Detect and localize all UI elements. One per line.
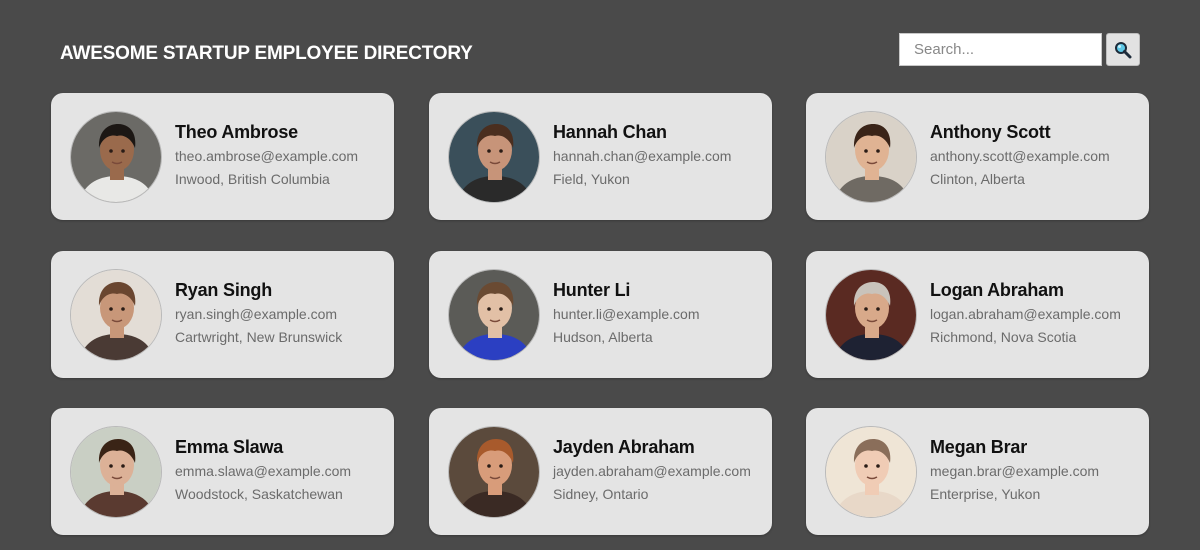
employee-location: Richmond, Nova Scotia (930, 329, 1077, 345)
employee-email: jayden.abraham@example.com (553, 463, 751, 479)
avatar (448, 426, 540, 518)
employee-location: Enterprise, Yukon (930, 486, 1041, 502)
employee-card[interactable]: Logan Abraham logan.abraham@example.com Ri… (806, 251, 1149, 378)
employee-card[interactable]: Ryan Singh ryan.singh@example.com Cartwrig… (51, 251, 394, 378)
employee-info: Anthony Scott anthony.scott@example.com Cl… (930, 121, 1142, 188)
employee-email: megan.brar@example.com (930, 463, 1100, 479)
employee-name: Megan Brar (930, 437, 1028, 457)
avatar (70, 426, 162, 518)
avatar (448, 269, 540, 361)
employee-email: hunter.li@example.com (553, 306, 700, 322)
avatar (825, 426, 917, 518)
employee-location: Inwood, British Columbia (175, 171, 330, 187)
employee-name: Jayden Abraham (553, 437, 695, 457)
employee-name: Ryan Singh (175, 280, 273, 300)
employee-info: Emma Slawa emma.slawa@example.com Woodstoc… (175, 436, 387, 503)
avatar (70, 269, 162, 361)
employee-name: Hannah Chan (553, 122, 667, 142)
employee-email: ryan.singh@example.com (175, 306, 338, 322)
employee-info: Theo Ambrose theo.ambrose@example.com Inwo… (175, 121, 387, 188)
employee-email: anthony.scott@example.com (930, 148, 1110, 164)
employee-name: Theo Ambrose (175, 122, 298, 142)
employee-card[interactable]: Theo Ambrose theo.ambrose@example.com Inwo… (51, 93, 394, 220)
employee-location: Clinton, Alberta (930, 171, 1025, 187)
employee-name: Anthony Scott (930, 122, 1051, 142)
employee-info: Logan Abraham logan.abraham@example.com Ri… (930, 279, 1142, 346)
employee-name: Emma Slawa (175, 437, 284, 457)
employee-card[interactable]: Megan Brar megan.brar@example.com Enterpri… (806, 408, 1149, 535)
employee-card[interactable]: Emma Slawa emma.slawa@example.com Woodstoc… (51, 408, 394, 535)
employee-info: Jayden Abraham jayden.abraham@example.com… (553, 436, 765, 503)
employee-location: Woodstock, Saskatchewan (175, 486, 343, 502)
employee-name: Hunter Li (553, 280, 631, 300)
employee-email: theo.ambrose@example.com (175, 148, 359, 164)
employee-card[interactable]: Hannah Chan hannah.chan@example.com Field,… (429, 93, 772, 220)
employee-location: Field, Yukon (553, 171, 630, 187)
employee-name: Logan Abraham (930, 280, 1064, 300)
employee-grid: Theo Ambrose theo.ambrose@example.com Inwo… (0, 0, 1200, 550)
avatar (825, 269, 917, 361)
employee-card[interactable]: Anthony Scott anthony.scott@example.com Cl… (806, 93, 1149, 220)
avatar (825, 111, 917, 203)
employee-email: hannah.chan@example.com (553, 148, 732, 164)
avatar (448, 111, 540, 203)
employee-info: Ryan Singh ryan.singh@example.com Cartwrig… (175, 279, 387, 346)
employee-location: Sidney, Ontario (553, 486, 649, 502)
employee-info: Hannah Chan hannah.chan@example.com Field,… (553, 121, 765, 188)
employee-card[interactable]: Hunter Li hunter.li@example.com Hudson, Al… (429, 251, 772, 378)
employee-info: Megan Brar megan.brar@example.com Enterpri… (930, 436, 1142, 503)
employee-info: Hunter Li hunter.li@example.com Hudson, Al… (553, 279, 765, 346)
avatar (70, 111, 162, 203)
employee-email: emma.slawa@example.com (175, 463, 352, 479)
employee-location: Cartwright, New Brunswick (175, 329, 343, 345)
employee-email: logan.abraham@example.com (930, 306, 1121, 322)
employee-card[interactable]: Jayden Abraham jayden.abraham@example.com… (429, 408, 772, 535)
employee-directory-page: AWESOME STARTUP EMPLOYEE DIRECTORY Theo … (0, 0, 1200, 550)
employee-location: Hudson, Alberta (553, 329, 653, 345)
